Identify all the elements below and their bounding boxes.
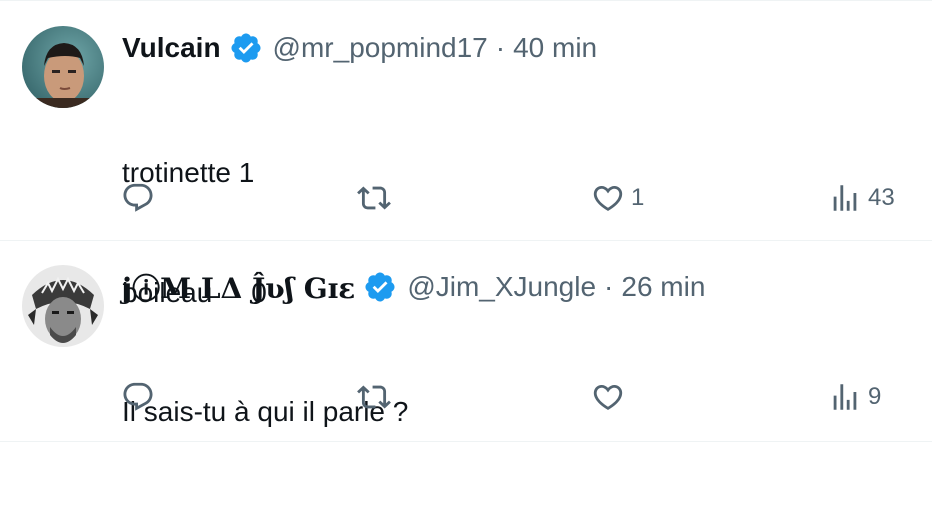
action-bar: 1 43 [0, 178, 932, 218]
handle[interactable]: @mr_popmind17 [273, 32, 488, 64]
reply-icon [123, 382, 153, 411]
views-button[interactable]: 9 [828, 377, 881, 417]
views-icon [833, 384, 857, 410]
tweet-1[interactable]: Vulcain @mr_popmind17 · 40 min trotinett… [0, 0, 932, 308]
like-icon [593, 384, 623, 410]
tweet-header: Vulcain @mr_popmind17 · 40 min [122, 28, 597, 68]
retweet-icon [357, 385, 391, 409]
timestamp[interactable]: 40 min [513, 32, 597, 64]
avatar[interactable] [22, 26, 104, 108]
views-count: 43 [868, 184, 895, 211]
timestamp[interactable]: 26 min [621, 271, 705, 303]
separator: · [604, 271, 614, 302]
verified-badge-icon [365, 272, 395, 302]
views-button[interactable]: 43 [828, 178, 895, 218]
reply-button[interactable] [121, 377, 155, 417]
verified-badge-icon [231, 33, 261, 63]
action-bar: 9 [0, 377, 932, 417]
reply-button[interactable] [121, 178, 155, 218]
retweet-button[interactable] [357, 178, 391, 218]
views-count: 9 [868, 383, 882, 410]
retweet-button[interactable] [357, 377, 391, 417]
tweet-2[interactable]: jⓘM LΔ Ĵʋʃ Gɪɛ @Jim_XJungle · 26 min Il … [0, 240, 932, 442]
avatar[interactable] [22, 265, 104, 347]
handle[interactable]: @Jim_XJungle [407, 271, 596, 303]
retweet-icon [357, 186, 391, 210]
display-name[interactable]: Vulcain [122, 32, 221, 64]
display-name[interactable]: jⓘM LΔ Ĵʋʃ Gɪɛ [122, 267, 355, 307]
views-icon [833, 185, 857, 211]
reply-icon [123, 183, 153, 212]
like-icon [593, 185, 623, 211]
tweet-header: jⓘM LΔ Ĵʋʃ Gɪɛ @Jim_XJungle · 26 min [122, 267, 705, 307]
like-count: 1 [631, 184, 645, 211]
like-button[interactable] [591, 377, 631, 417]
separator: · [495, 32, 506, 63]
like-button[interactable]: 1 [591, 178, 644, 218]
